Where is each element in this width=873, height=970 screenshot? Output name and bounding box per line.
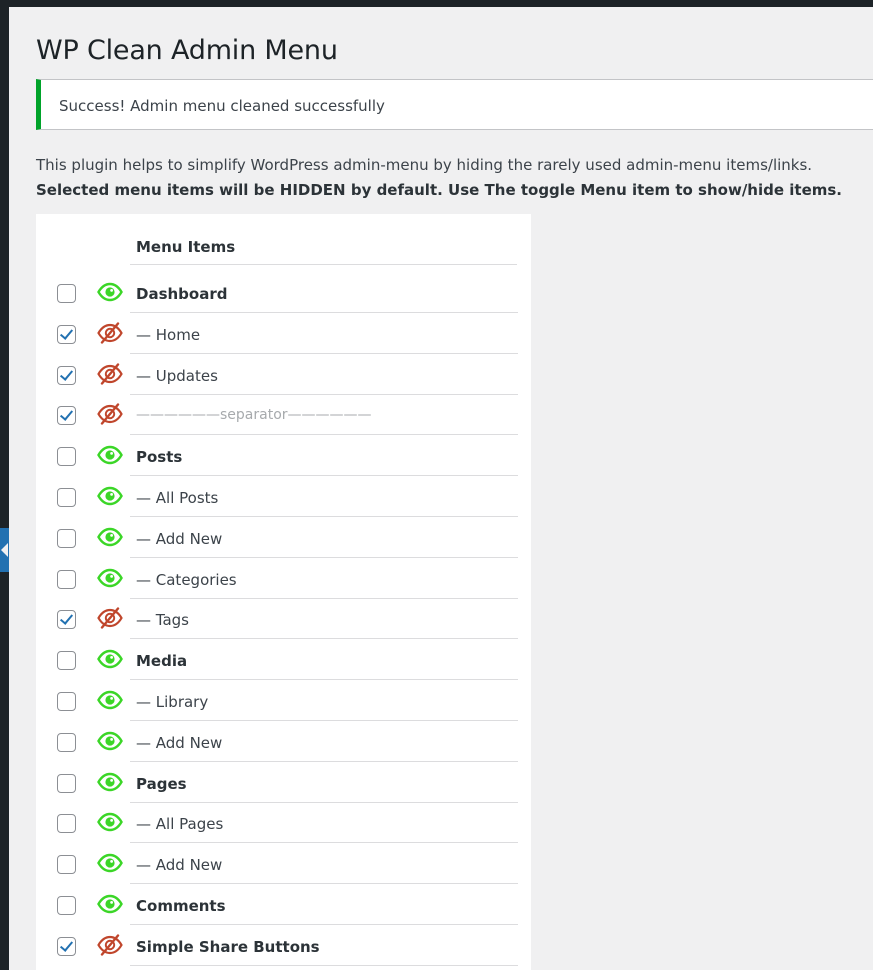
eye-slash-icon[interactable] (97, 362, 123, 385)
menu-item-label: — All Posts (136, 489, 219, 507)
table-row: Simple Share Buttons (49, 925, 518, 966)
eye-icon[interactable] (97, 281, 123, 303)
hide-item-checkbox[interactable] (57, 814, 76, 834)
menu-items-table: Menu Items Dashboard — Home — Updates —————… (36, 214, 531, 970)
eye-icon[interactable] (97, 811, 123, 833)
hide-item-checkbox[interactable] (57, 488, 76, 507)
hide-item-checkbox[interactable] (57, 406, 76, 426)
table-row: — Updates (49, 354, 518, 395)
eye-icon[interactable] (97, 648, 123, 670)
eye-icon[interactable] (97, 526, 123, 548)
eye-icon[interactable] (97, 730, 123, 752)
eye-icon[interactable] (97, 852, 123, 874)
menu-item-label: — Updates (136, 366, 218, 385)
hide-item-checkbox[interactable] (57, 936, 76, 956)
hide-item-checkbox[interactable] (57, 365, 76, 385)
hide-item-checkbox[interactable] (57, 651, 76, 671)
eye-icon[interactable] (97, 444, 123, 466)
table-row: — All Posts (49, 476, 518, 517)
hide-item-checkbox[interactable] (57, 855, 76, 875)
row-divider (130, 964, 518, 966)
menu-item-label: — Tags (136, 611, 189, 630)
hide-item-checkbox[interactable] (57, 896, 76, 915)
plugin-description: This plugin helps to simplify WordPress … (36, 153, 842, 203)
eye-slash-icon[interactable] (97, 934, 123, 956)
menu-item-label: — Add New (136, 733, 223, 752)
table-row: — Library (49, 680, 518, 721)
eye-icon[interactable] (97, 893, 123, 915)
table-row: — Add New (49, 721, 518, 762)
eye-icon[interactable] (97, 689, 123, 711)
success-notice: Success! Admin menu cleaned successfully (36, 79, 873, 130)
table-row: ——————separator—————— (49, 394, 518, 436)
collapse-menu-button[interactable] (0, 528, 9, 572)
table-row: — Add New (49, 517, 518, 558)
eye-slash-icon[interactable] (97, 607, 123, 630)
admin-sidebar-strip (0, 0, 9, 970)
hide-item-checkbox[interactable] (57, 284, 76, 303)
column-header-menu-items: Menu Items (136, 238, 236, 256)
menu-item-label: Posts (136, 448, 183, 467)
eye-icon[interactable] (97, 771, 123, 793)
menu-item-label: — Library (136, 693, 209, 711)
table-row: — All Pages (49, 802, 518, 844)
table-row: Media (49, 639, 518, 681)
hide-item-checkbox[interactable] (57, 610, 76, 630)
divider (130, 264, 517, 265)
hide-item-checkbox[interactable] (57, 324, 76, 344)
hide-item-checkbox[interactable] (57, 732, 76, 752)
main-content: WP Clean Admin Menu Success! Admin menu … (9, 7, 873, 970)
table-row: — Categories (49, 558, 518, 599)
description-line: This plugin helps to simplify WordPress … (36, 156, 813, 174)
hide-item-checkbox[interactable] (57, 692, 76, 711)
hide-item-checkbox[interactable] (57, 773, 76, 793)
table-row: Posts (49, 435, 518, 477)
table-row: Pages (49, 762, 518, 803)
eye-icon[interactable] (97, 485, 123, 507)
eye-slash-icon[interactable] (97, 403, 123, 426)
menu-item-label: — Categories (136, 570, 237, 589)
eye-slash-icon[interactable] (97, 322, 123, 344)
table-row: Comments (49, 884, 518, 925)
menu-item-label: — Add New (136, 856, 223, 875)
menu-item-label: Pages (136, 774, 187, 793)
menu-item-label: — Add New (136, 529, 223, 548)
hide-item-checkbox[interactable] (57, 447, 76, 467)
menu-item-label: Comments (136, 897, 226, 915)
notice-text: Success! Admin menu cleaned successfully (59, 97, 385, 115)
page-title: WP Clean Admin Menu (36, 35, 338, 66)
menu-item-label: — All Pages (136, 815, 224, 834)
description-bold-line: Selected menu items will be HIDDEN by de… (36, 181, 842, 199)
menu-item-label: ——————separator—————— (136, 407, 372, 424)
hide-item-checkbox[interactable] (57, 528, 76, 548)
menu-item-label: Media (136, 652, 188, 671)
hide-item-checkbox[interactable] (57, 569, 76, 589)
table-row: — Tags (49, 598, 518, 640)
menu-item-label: Dashboard (136, 285, 228, 303)
menu-item-label: — Home (136, 325, 201, 344)
table-row: Dashboard (49, 272, 518, 313)
table-row: — Home (49, 313, 518, 354)
menu-item-label: Simple Share Buttons (136, 937, 320, 956)
eye-icon[interactable] (97, 567, 123, 589)
table-row: — Add New (49, 843, 518, 885)
